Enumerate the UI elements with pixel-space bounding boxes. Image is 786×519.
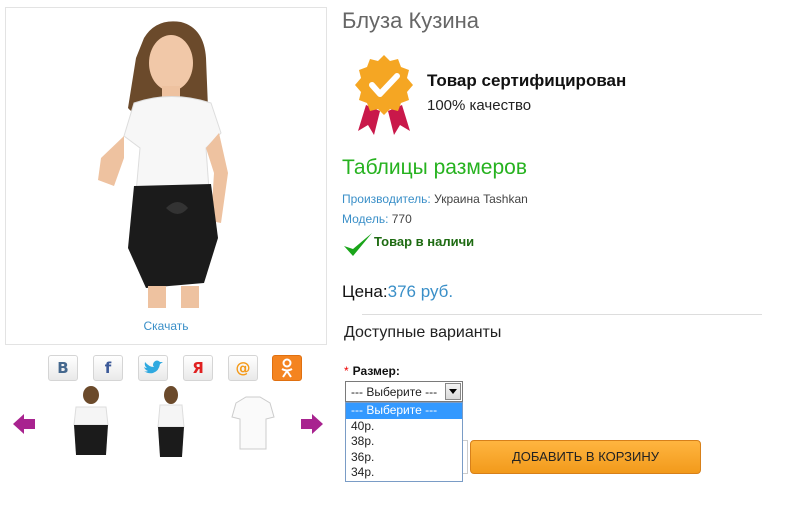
twitter-icon [144, 360, 163, 374]
size-select-value: --- Выберите --- [351, 385, 438, 399]
odnoklassniki-share-button[interactable] [272, 355, 302, 381]
model-value: 770 [391, 212, 412, 226]
thumbnail-next-arrow-icon[interactable] [300, 413, 324, 435]
facebook-icon: f [104, 359, 112, 377]
manufacturer-value: Украина Tashkan [434, 192, 528, 206]
size-label: * Размер: [344, 364, 400, 378]
certificate-title: Товар сертифицирован [427, 71, 627, 90]
manufacturer-row: Производитель: Украина Tashkan [342, 192, 528, 206]
twitter-share-button[interactable] [138, 355, 168, 381]
thumbnail-3[interactable] [222, 385, 284, 463]
facebook-share-button[interactable]: f [93, 355, 123, 381]
variants-heading: Доступные варианты [344, 324, 502, 341]
mailru-share-button[interactable]: @ [228, 355, 258, 381]
size-option[interactable]: --- Выберите --- [346, 403, 462, 419]
price-value: 376 руб. [387, 282, 454, 301]
divider [362, 314, 762, 315]
size-option[interactable]: 38р. [346, 434, 462, 450]
stock-status: Товар в наличи [374, 234, 475, 249]
size-option[interactable]: 40р. [346, 419, 462, 435]
model-row: Модель: 770 [342, 212, 412, 226]
chevron-down-icon[interactable] [445, 383, 461, 400]
mailru-icon: @ [235, 359, 251, 377]
yandex-icon: Я [192, 359, 204, 377]
required-mark: * [344, 364, 349, 378]
girl-photo [98, 21, 228, 308]
size-select[interactable]: --- Выберите --- [345, 381, 463, 402]
product-main-image[interactable]: Скачать [5, 7, 327, 345]
download-link[interactable]: Скачать [6, 319, 326, 333]
size-dropdown-list[interactable]: --- Выберите --- 40р. 38р. 36р. 34р. [345, 402, 463, 482]
manufacturer-label: Производитель: [342, 192, 431, 206]
size-label-text: Размер: [352, 364, 400, 378]
vk-share-button[interactable]: В [48, 355, 78, 381]
model-label: Модель: [342, 212, 389, 226]
size-option[interactable]: 34р. [346, 465, 462, 481]
vk-icon: В [57, 359, 69, 377]
product-title: Блуза Кузина [342, 8, 480, 33]
thumbnail-prev-arrow-icon[interactable] [12, 413, 36, 435]
size-option[interactable]: 36р. [346, 450, 462, 466]
thumbnail-1[interactable] [60, 385, 122, 463]
add-to-cart-button[interactable]: ДОБАВИТЬ В КОРЗИНУ [470, 440, 701, 474]
odnoklassniki-icon [281, 358, 293, 378]
certificate-badge-icon [355, 55, 413, 135]
price-label: Цена: [342, 282, 388, 301]
checkmark-icon [344, 233, 372, 256]
certificate-subtitle: 100% качество [427, 97, 532, 114]
yandex-share-button[interactable]: Я [183, 355, 213, 381]
price: Цена:376 руб. [342, 282, 453, 302]
thumbnail-2[interactable] [140, 385, 202, 463]
size-tables-link[interactable]: Таблицы размеров [342, 156, 527, 180]
